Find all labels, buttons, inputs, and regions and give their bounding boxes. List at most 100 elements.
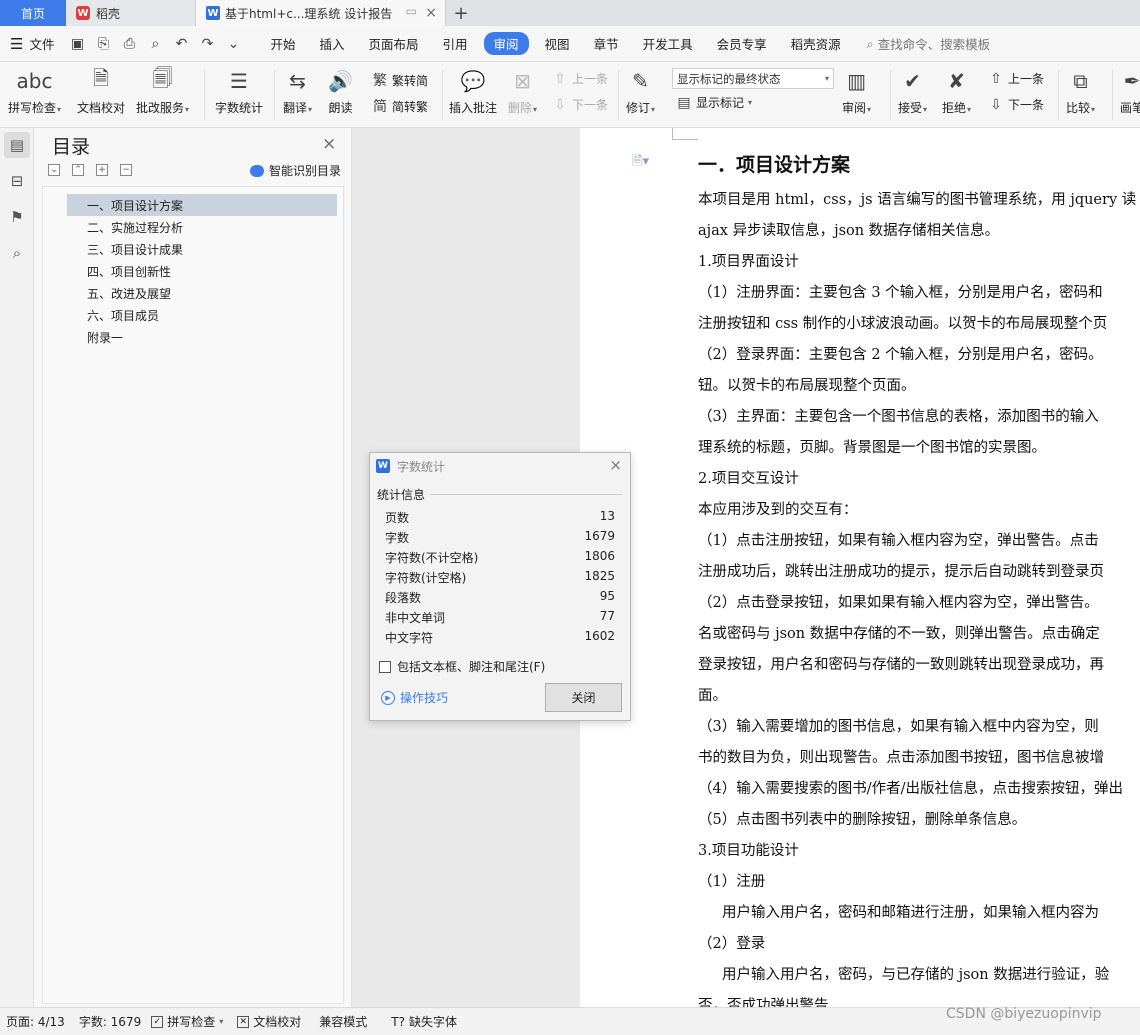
print-icon[interactable]: ⎙ bbox=[120, 36, 138, 52]
show-markup-button[interactable]: ▤ 显示标记 ▾ bbox=[676, 94, 752, 111]
menu-tab-section[interactable]: 章节 bbox=[582, 32, 631, 55]
stat-value: 95 bbox=[599, 589, 615, 603]
batch-correct-button[interactable]: 🗐 批改服务▾ bbox=[136, 66, 189, 116]
word-count-button[interactable]: ☰ 字数统计 bbox=[215, 66, 263, 116]
collapse-all-icon[interactable]: ⌄ bbox=[48, 164, 60, 176]
toc-item[interactable]: 六、项目成员 bbox=[67, 304, 337, 326]
document-line: 面。 bbox=[698, 688, 727, 704]
new-tab-button[interactable]: + bbox=[446, 0, 476, 26]
page-indicator[interactable]: 页面: 4/13 bbox=[6, 1013, 65, 1030]
toc-item[interactable]: 附录一 bbox=[67, 326, 337, 348]
proofread-button[interactable]: 🗎 文档校对 bbox=[77, 66, 125, 116]
simplified-to-traditional-button[interactable]: 简 简转繁 bbox=[372, 96, 428, 116]
traditional-to-simplified-button[interactable]: 繁 繁转简 bbox=[372, 70, 428, 90]
close-icon[interactable]: × bbox=[609, 456, 622, 474]
document-line: 钮。以贺卡的布局展现整个页面。 bbox=[698, 378, 916, 394]
remove-heading-icon[interactable]: − bbox=[120, 164, 132, 176]
previous-comment-label: 上一条 bbox=[572, 72, 609, 86]
menu-tab-review[interactable]: 审阅 bbox=[483, 32, 529, 55]
tips-link[interactable]: ▶ 操作技巧 bbox=[381, 689, 448, 706]
batch-correct-icon: 🗐 bbox=[152, 66, 173, 90]
previous-comment-button[interactable]: ⇧ 上一条 bbox=[552, 70, 608, 87]
dialog-title-bar[interactable]: W 字数统计 bbox=[370, 453, 630, 479]
smart-toc-button[interactable]: 智能识别目录 bbox=[250, 162, 341, 179]
track-changes-button[interactable]: ✎ 修订▾ bbox=[626, 66, 655, 116]
pin-icon[interactable]: ▭ bbox=[406, 4, 417, 18]
menu-tab-references[interactable]: 引用 bbox=[431, 32, 480, 55]
save-icon[interactable]: ▣ bbox=[68, 36, 86, 52]
undo-icon[interactable]: ↶ bbox=[172, 36, 190, 52]
stat-label: 段落数 bbox=[385, 591, 422, 605]
toc-item[interactable]: 一、项目设计方案 bbox=[67, 194, 337, 216]
next-change-button[interactable]: ⇩ 下一条 bbox=[988, 96, 1044, 113]
toc-panel-icon[interactable]: ▤ bbox=[4, 132, 30, 158]
document-options-icon[interactable]: 🗎▾ bbox=[632, 152, 649, 174]
toc-item[interactable]: 三、项目设计成果 bbox=[67, 238, 337, 260]
search-icon[interactable]: ⌕ bbox=[4, 240, 30, 266]
show-markup-icon: ▤ bbox=[677, 94, 691, 111]
markup-mode-select[interactable]: 显示标记的最终状态 ▾ bbox=[672, 68, 834, 89]
expand-all-icon[interactable]: ⌃ bbox=[72, 164, 84, 176]
accept-button[interactable]: ✔ 接受▾ bbox=[898, 66, 927, 116]
navigation-rail: ▤ ⊟ ⚑ ⌕ bbox=[0, 128, 34, 1007]
menu-tab-developer[interactable]: 开发工具 bbox=[631, 32, 705, 55]
missing-font-status[interactable]: T? 缺失字体 bbox=[391, 1013, 457, 1030]
stat-label: 非中文单词 bbox=[385, 611, 446, 625]
stat-row: 中文字符 1602 bbox=[385, 629, 615, 646]
more-chevron-down-icon[interactable]: ⌄ bbox=[224, 36, 242, 52]
menu-tab-layout[interactable]: 页面布局 bbox=[357, 32, 431, 55]
tab-document[interactable]: W 基于html+c...理系统 设计报告 ▭ × bbox=[196, 0, 446, 26]
page-margin-marker bbox=[672, 128, 698, 140]
review-pane-button[interactable]: ▥ 审阅▾ bbox=[842, 66, 871, 116]
batch-correct-label: 批改服务 bbox=[136, 101, 185, 115]
chapter-nav-icon[interactable]: ⊟ bbox=[4, 168, 30, 194]
delete-comment-button[interactable]: ⊠ 删除▾ bbox=[508, 66, 537, 116]
document-line: 登录按钮，用户名和密码与存储的一致则跳转出现登录成功，再 bbox=[698, 657, 1104, 673]
menu-tabs: 开始 插入 页面布局 引用 审阅 视图 章节 开发工具 会员专享 稻壳资源 bbox=[258, 32, 852, 55]
toc-item[interactable]: 四、项目创新性 bbox=[67, 260, 337, 282]
tab-home[interactable]: 首页 bbox=[0, 0, 66, 26]
document-line: 名或密码与 json 数据中存储的不一致，则弹出警告。点击确定 bbox=[698, 626, 1100, 642]
menu-tab-daoke-resources[interactable]: 稻壳资源 bbox=[779, 32, 853, 55]
compare-button[interactable]: ⧉ 比较▾ bbox=[1066, 66, 1095, 116]
redo-icon[interactable]: ↷ bbox=[198, 36, 216, 52]
compat-mode: 兼容模式 bbox=[319, 1015, 368, 1029]
close-button[interactable]: 关闭 bbox=[545, 683, 622, 712]
menu-tab-start[interactable]: 开始 bbox=[258, 32, 307, 55]
bookmark-icon[interactable]: ⚑ bbox=[4, 204, 30, 230]
command-search[interactable]: ⌕ 查找命令、搜索模板 bbox=[867, 34, 991, 53]
spell-check-status[interactable]: ✓ 拼写检查 ▾ bbox=[151, 1013, 223, 1030]
word-count-indicator[interactable]: 字数: 1679 bbox=[79, 1013, 141, 1030]
spell-check-label: 拼写检查 bbox=[8, 101, 57, 115]
previous-change-button[interactable]: ⇧ 上一条 bbox=[988, 70, 1044, 87]
close-icon[interactable]: × bbox=[322, 134, 336, 154]
insert-comment-button[interactable]: 💬 插入批注 bbox=[449, 66, 497, 116]
stat-value: 1825 bbox=[584, 569, 615, 583]
title-tab-bar: 首页 W 稻壳 W 基于html+c...理系统 设计报告 ▭ × + bbox=[0, 0, 1140, 26]
spell-check-button[interactable]: abc 拼写检查▾ bbox=[8, 66, 61, 116]
export-pdf-icon[interactable]: ⎘ bbox=[94, 36, 112, 52]
include-textboxes-checkbox[interactable]: 包括文本框、脚注和尾注(F) bbox=[379, 658, 545, 675]
print-preview-icon[interactable]: ⌕ bbox=[146, 36, 164, 52]
compare-icon: ⧉ bbox=[1073, 69, 1088, 93]
reject-button[interactable]: ✘ 拒绝▾ bbox=[942, 66, 971, 116]
menu-tab-member[interactable]: 会员专享 bbox=[705, 32, 779, 55]
menu-tab-insert[interactable]: 插入 bbox=[307, 32, 356, 55]
ink-button[interactable]: ✒ 画笔 bbox=[1120, 66, 1140, 116]
menu-tab-view[interactable]: 视图 bbox=[533, 32, 582, 55]
toc-item[interactable]: 五、改进及展望 bbox=[67, 282, 337, 304]
divider bbox=[430, 494, 622, 495]
close-tab-icon[interactable]: × bbox=[425, 5, 437, 21]
read-aloud-button[interactable]: 🔊 朗读 bbox=[328, 66, 353, 116]
stat-row: 字符数(不计空格) 1806 bbox=[385, 549, 615, 566]
proofread-status[interactable]: ✕ 文档校对 bbox=[237, 1013, 301, 1030]
writer-logo-icon: W bbox=[376, 459, 390, 473]
file-menu[interactable]: ☰ 文件 bbox=[0, 34, 64, 53]
translate-button[interactable]: ⇆ 翻译▾ bbox=[283, 66, 312, 116]
toc-item[interactable]: 二、实施过程分析 bbox=[67, 216, 337, 238]
translate-icon: ⇆ bbox=[289, 69, 306, 93]
add-heading-icon[interactable]: + bbox=[96, 164, 108, 176]
tab-daoke[interactable]: W 稻壳 bbox=[66, 0, 196, 26]
proofread-label: 文档校对 bbox=[77, 101, 126, 115]
next-comment-button[interactable]: ⇩ 下一条 bbox=[552, 96, 608, 113]
